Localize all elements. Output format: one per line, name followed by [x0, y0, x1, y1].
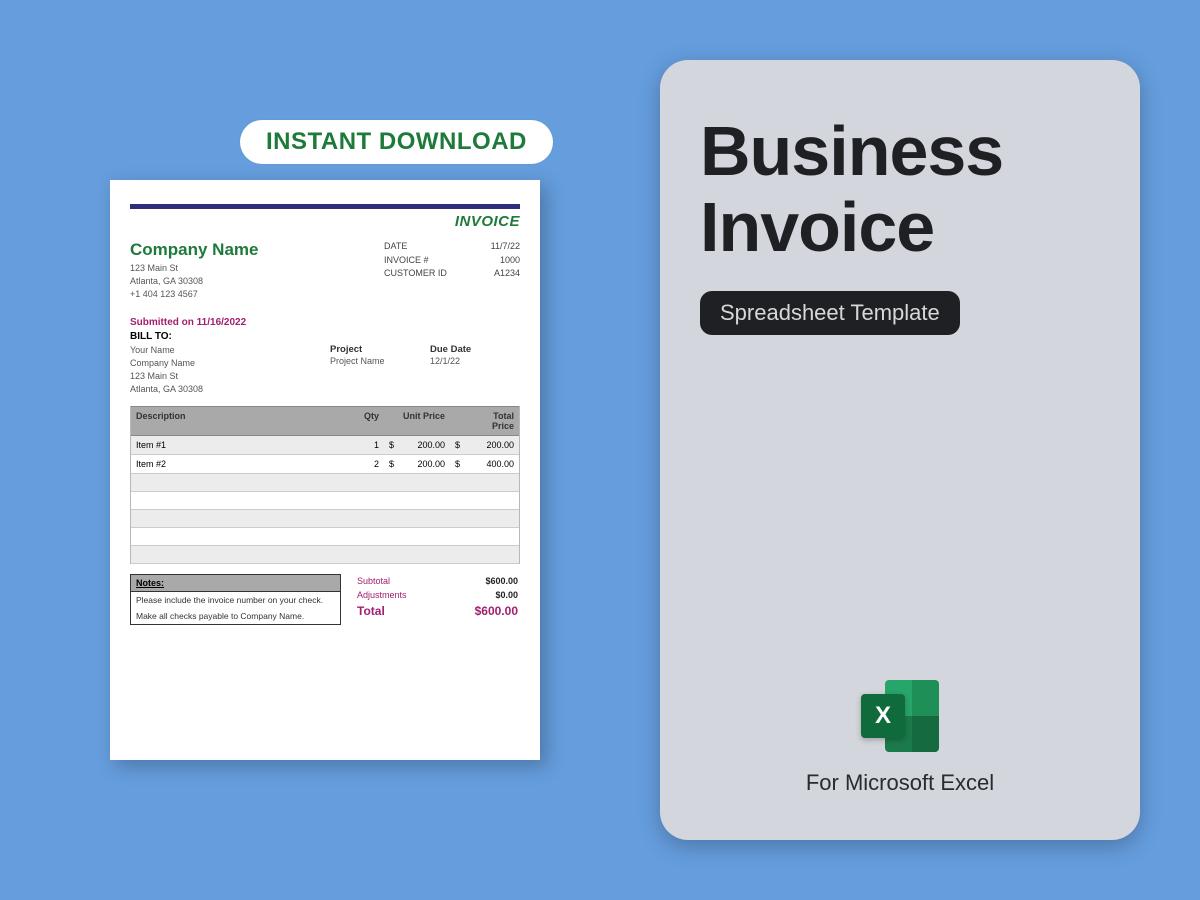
notes-label: Notes:	[131, 575, 340, 592]
subtotal-label: Subtotal	[357, 576, 390, 586]
bill-to-block: Your Name Company Name 123 Main St Atlan…	[130, 344, 520, 396]
billto-addr1: 123 Main St	[130, 370, 330, 383]
template-chip: Spreadsheet Template	[700, 291, 960, 335]
bill-to-label: BILL TO:	[130, 331, 520, 342]
panel-title-line1: Business	[700, 114, 1100, 190]
meta-cust-value: A1234	[474, 267, 520, 281]
excel-branding: X For Microsoft Excel	[700, 680, 1100, 796]
excel-icon: X	[861, 680, 939, 752]
item-qty: 2	[350, 455, 384, 473]
notes-line-2: Make all checks payable to Company Name.	[131, 608, 340, 624]
item-qty: 1	[350, 436, 384, 454]
invoice-lower: Notes: Please include the invoice number…	[130, 574, 520, 625]
col-spacer1	[384, 407, 398, 435]
item-cur2: $	[450, 436, 464, 454]
excel-x-letter: X	[861, 694, 905, 738]
item-total: 400.00	[464, 455, 519, 473]
promo-panel: Business Invoice Spreadsheet Template X …	[660, 60, 1140, 840]
billto-company: Company Name	[130, 357, 330, 370]
table-row: Item #2 2 $ 200.00 $ 400.00	[131, 455, 519, 474]
item-unit: 200.00	[398, 436, 450, 454]
due-date-value: 12/1/22	[430, 355, 520, 368]
project-label: Project	[330, 344, 430, 355]
billto-name: Your Name	[130, 344, 330, 357]
table-row-empty	[131, 528, 519, 546]
invoice-meta: DATE 11/7/22 INVOICE # 1000 CUSTOMER ID …	[384, 240, 520, 301]
notes-line-1: Please include the invoice number on you…	[131, 592, 340, 608]
col-description: Description	[131, 407, 350, 435]
company-addr2: Atlanta, GA 30308	[130, 275, 384, 288]
notes-box: Notes: Please include the invoice number…	[130, 574, 341, 625]
for-microsoft-excel: For Microsoft Excel	[806, 770, 994, 796]
invoice-preview: INVOICE Company Name 123 Main St Atlanta…	[110, 180, 540, 760]
company-phone: +1 404 123 4567	[130, 288, 384, 301]
invoice-top-rule	[130, 204, 520, 209]
col-unit-price: Unit Price	[398, 407, 450, 435]
company-addr1: 123 Main St	[130, 262, 384, 275]
item-cur: $	[384, 455, 398, 473]
due-date-label: Due Date	[430, 344, 520, 355]
table-row-empty	[131, 492, 519, 510]
meta-cust-label: CUSTOMER ID	[384, 267, 454, 281]
item-desc: Item #1	[131, 436, 350, 454]
meta-date-value: 11/7/22	[474, 240, 520, 254]
project-value: Project Name	[330, 355, 430, 368]
item-cur2: $	[450, 455, 464, 473]
meta-invno-label: INVOICE #	[384, 254, 454, 268]
item-unit: 200.00	[398, 455, 450, 473]
table-row-empty	[131, 510, 519, 528]
table-row: Item #1 1 $ 200.00 $ 200.00	[131, 436, 519, 455]
adjustments-value: $0.00	[458, 590, 518, 600]
item-total: 200.00	[464, 436, 519, 454]
col-total-price: Total Price	[464, 407, 519, 435]
line-items-table: Description Qty Unit Price Total Price I…	[130, 406, 520, 564]
invoice-heading: INVOICE	[130, 213, 520, 230]
panel-title-line2: Invoice	[700, 190, 1100, 266]
col-qty: Qty	[350, 407, 384, 435]
total-label: Total	[357, 604, 385, 618]
subtotal-value: $600.00	[458, 576, 518, 586]
table-row-empty	[131, 546, 519, 564]
instant-download-badge: INSTANT DOWNLOAD	[240, 120, 553, 164]
total-value: $600.00	[458, 604, 518, 618]
invoice-header-row: Company Name 123 Main St Atlanta, GA 303…	[130, 240, 520, 301]
company-name: Company Name	[130, 240, 384, 260]
item-cur: $	[384, 436, 398, 454]
totals-block: Subtotal $600.00 Adjustments $0.00 Total…	[355, 574, 520, 625]
item-desc: Item #2	[131, 455, 350, 473]
table-row-empty	[131, 474, 519, 492]
meta-invno-value: 1000	[474, 254, 520, 268]
company-block: Company Name 123 Main St Atlanta, GA 303…	[130, 240, 384, 301]
submitted-on: Submitted on 11/16/2022	[130, 317, 520, 328]
billto-addr2: Atlanta, GA 30308	[130, 383, 330, 396]
meta-date-label: DATE	[384, 240, 454, 254]
col-spacer2	[450, 407, 464, 435]
adjustments-label: Adjustments	[357, 590, 407, 600]
